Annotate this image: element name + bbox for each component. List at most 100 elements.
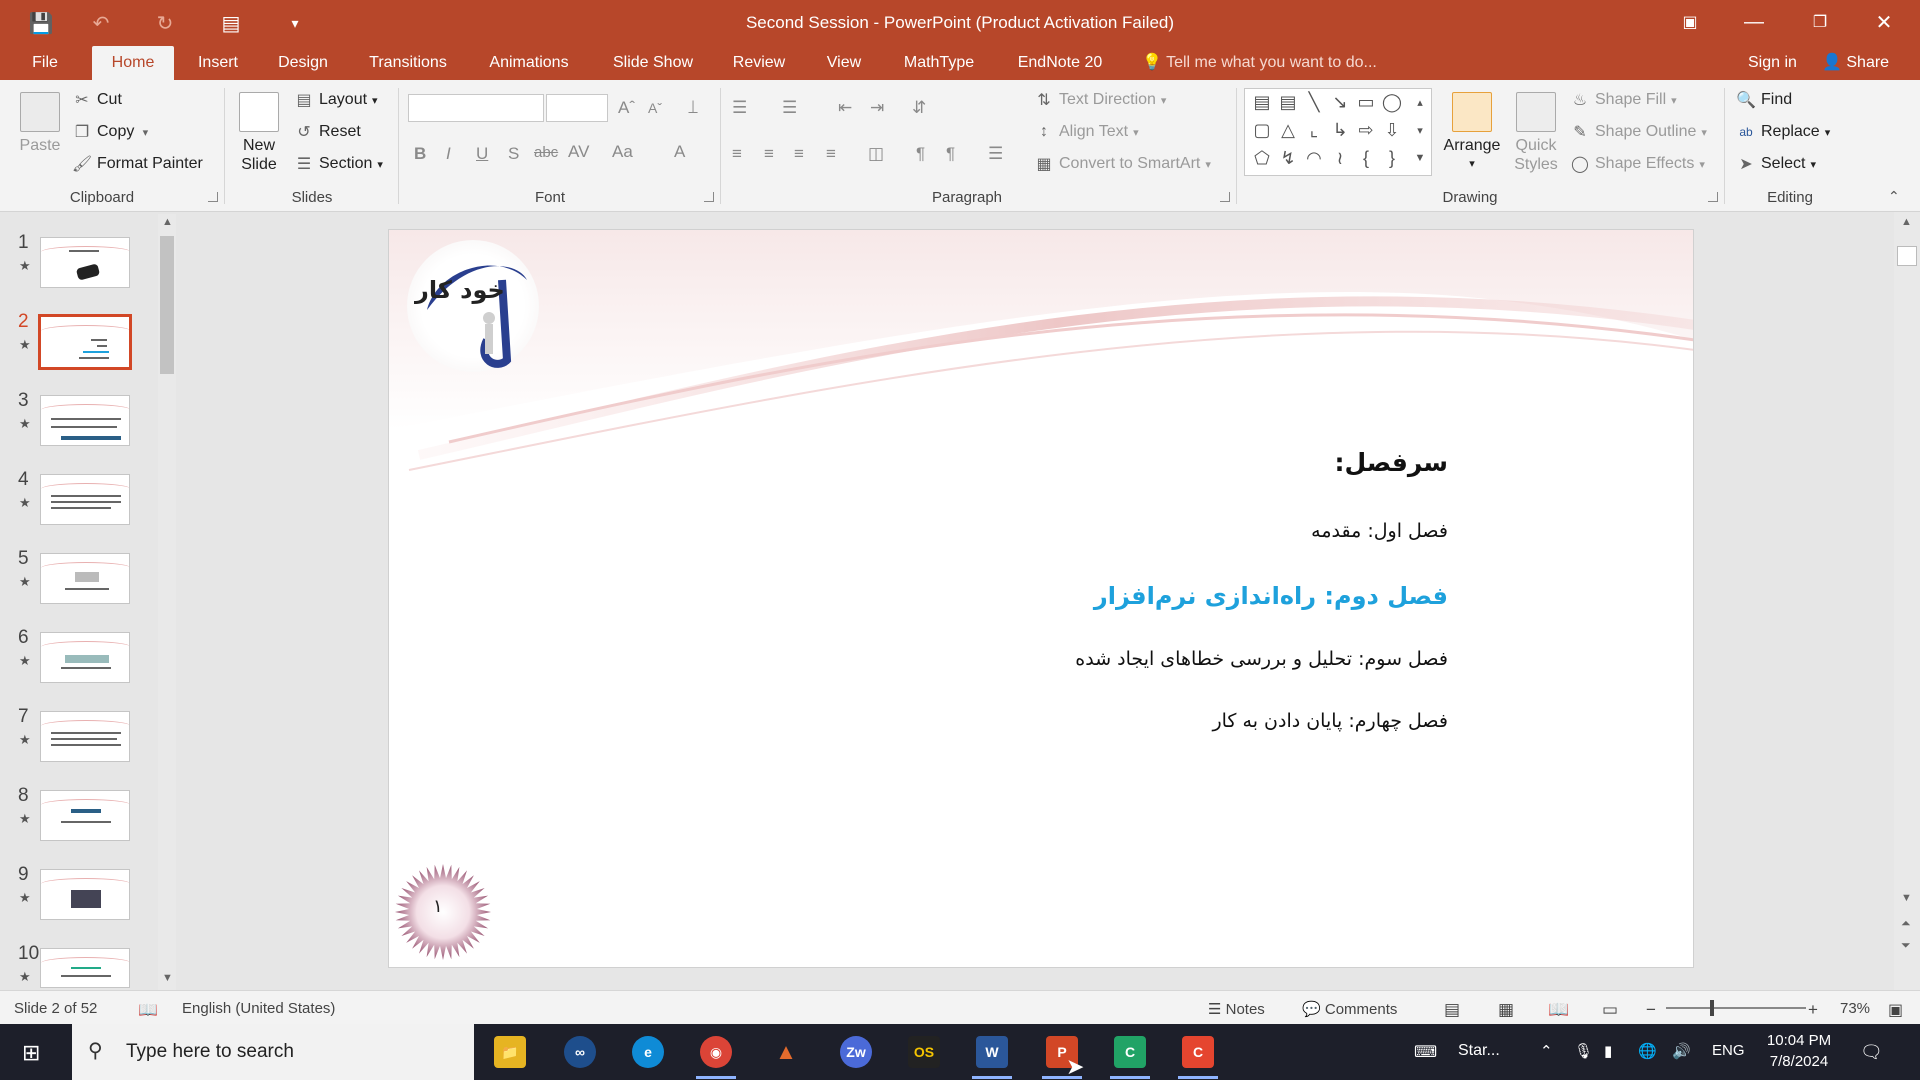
clipboard-launcher-icon[interactable] [208,192,218,202]
chapter-4-text[interactable]: فصل چهارم: پایان دادن به کار [1212,710,1448,732]
scroll-thumb[interactable] [1897,246,1917,266]
zwcad-icon[interactable]: Zw [840,1036,872,1068]
taskbar-search[interactable]: ⚲ Type here to search [72,1024,474,1080]
font-size-input[interactable] [546,94,608,122]
chapter-1-text[interactable]: فصل اول: مقدمه [1311,520,1448,542]
language-indicator[interactable]: English (United States) [182,1000,335,1017]
tray-chevron-icon[interactable]: ⌃ [1540,1042,1553,1060]
scroll-up-icon[interactable]: ▲ [1901,216,1912,228]
paragraph-launcher-icon[interactable] [1220,192,1230,202]
slide-thumbnail-10[interactable] [40,948,130,988]
tab-insert[interactable]: Insert [190,46,246,80]
left-brace-shape-icon[interactable]: { [1355,148,1377,168]
slide-thumbnail-8[interactable] [40,790,130,841]
network-icon[interactable]: 🌐 [1638,1042,1657,1060]
replace-button[interactable]: ab Replace ▾ [1736,122,1830,142]
reading-view-icon[interactable]: 📖 [1548,1000,1569,1020]
elbow-connector-shape-icon[interactable]: ↳ [1329,120,1351,140]
curve-shape-icon[interactable]: ≀ [1329,148,1351,168]
strikethrough-button[interactable]: abc [534,144,558,161]
copy-button[interactable]: ❐ Copy ▾ [72,122,151,142]
italic-button[interactable]: I [446,144,451,164]
triangle-shape-icon[interactable]: △ [1277,120,1299,140]
grow-font-icon[interactable]: Aˆ [618,98,635,118]
tab-endnote[interactable]: EndNote 20 [1008,46,1112,80]
input-language[interactable]: ENG [1712,1042,1745,1059]
thumbnails-scrollbar[interactable]: ▲ ▼ [158,214,176,990]
sign-in-link[interactable]: Sign in [1748,46,1797,80]
paragraph-spacing-icon[interactable]: ☰ [988,144,1003,164]
underline-button[interactable]: U [476,144,488,164]
right-arrow-shape-icon[interactable]: ⇨ [1355,120,1377,140]
bold-button[interactable]: B [414,144,426,164]
zoom-slider[interactable] [1666,1000,1806,1016]
justify-icon[interactable]: ≡ [826,144,836,164]
tab-animations[interactable]: Animations [480,46,578,80]
collapse-ribbon-icon[interactable]: ⌃ [1888,188,1900,205]
slide-thumbnail-7[interactable] [40,711,130,762]
numbering-icon[interactable]: ☰ [782,98,797,118]
quick-styles-button[interactable]: Quick Styles [1506,92,1566,174]
keyboard-icon[interactable]: ⌨ [1414,1042,1437,1062]
zoom-level[interactable]: 73% [1840,1000,1870,1017]
slide-thumbnail-1[interactable] [40,237,130,288]
microphone-icon[interactable]: 🎙 [1574,1042,1593,1060]
matlab-icon[interactable]: ▲ [770,1036,802,1068]
find-button[interactable]: 🔍 Find [1736,90,1792,110]
bullets-icon[interactable]: ☰ [732,98,747,118]
start-app-label[interactable]: Star... [1458,1042,1500,1060]
line-shape-icon[interactable]: ╲ [1303,92,1325,112]
edge-icon[interactable]: e [632,1036,664,1068]
new-slide-button[interactable]: New Slide [232,92,286,174]
slide-thumbnail-5[interactable] [40,553,130,604]
chrome-icon[interactable]: ◉ [700,1036,732,1068]
zoom-in-icon[interactable]: + [1808,1000,1818,1020]
rounded-rect-shape-icon[interactable]: ▢ [1251,120,1273,140]
slide-thumbnail-3[interactable] [40,395,130,446]
vertical-textbox-shape-icon[interactable]: ▤ [1277,92,1299,112]
drawing-launcher-icon[interactable] [1708,192,1718,202]
scroll-up-icon[interactable]: ▲ [162,216,173,228]
recorder-icon[interactable]: C [1182,1036,1214,1068]
gallery-up-icon[interactable]: ▴ [1409,92,1431,112]
next-slide-icon[interactable]: ⏷ [1901,938,1911,953]
file-explorer-icon[interactable]: 📁 [494,1036,526,1068]
down-arrow-shape-icon[interactable]: ⇩ [1381,120,1403,140]
columns-icon[interactable]: ◫ [868,144,884,164]
scroll-thumb[interactable] [160,236,174,374]
gallery-down-icon[interactable]: ▾ [1409,120,1431,140]
arrange-button[interactable]: Arrange ▾ [1440,92,1504,174]
right-brace-shape-icon[interactable]: } [1381,148,1403,168]
clock[interactable]: 10:04 PM 7/8/2024 [1764,1032,1834,1070]
line-spacing-icon[interactable]: ⇵ [912,98,926,118]
section-button[interactable]: ☰ Section ▾ [294,154,383,174]
shape-effects-button[interactable]: ◯ Shape Effects ▾ [1570,154,1705,174]
slideshow-view-icon[interactable]: ▭ [1602,1000,1618,1020]
chapter-3-text[interactable]: فصل سوم: تحلیل و بررسی خطاهای ایجاد شده [1075,648,1448,670]
scroll-down-icon[interactable]: ▼ [162,972,173,984]
rectangle-shape-icon[interactable]: ▭ [1355,92,1377,112]
decrease-indent-icon[interactable]: ⇤ [838,98,852,118]
slide-thumbnail-9[interactable] [40,869,130,920]
current-slide[interactable]: خود کار سرفصل: فصل اول: مقدمه فصل دوم: ر… [388,229,1694,968]
clear-formatting-icon[interactable]: ⟘ [688,98,698,118]
tab-review[interactable]: Review [726,46,792,80]
tell-me-box[interactable]: 💡 Tell me what you want to do... [1142,46,1377,80]
char-spacing-icon[interactable]: AV [568,142,589,162]
shapes-gallery[interactable]: ▤ ▤ ╲ ↘ ▭ ◯ ▢ △ ⌞ ↳ ⇨ ⇩ ⬠ ↯ ◠ ≀ { } ▴ ▾ … [1244,88,1432,176]
change-case-button[interactable]: Aa [612,142,633,162]
previous-slide-icon[interactable]: ⏶ [1901,916,1911,931]
oval-shape-icon[interactable]: ◯ [1381,92,1403,112]
notifications-icon[interactable]: 🗨 [1860,1042,1883,1063]
shape-fill-button[interactable]: ♨ Shape Fill ▾ [1570,90,1677,110]
align-center-icon[interactable]: ≡ [764,144,774,164]
close-icon[interactable]: ✕ [1862,6,1906,38]
tab-file[interactable]: File [22,46,68,80]
cut-button[interactable]: ✂ Cut [72,90,122,110]
fit-slide-icon[interactable]: ▣ [1888,1000,1903,1020]
font-launcher-icon[interactable] [704,192,714,202]
convert-smartart-button[interactable]: ▦ Convert to SmartArt ▾ [1034,154,1210,174]
textbox-shape-icon[interactable]: ▤ [1251,92,1273,112]
zoom-slider-thumb[interactable] [1710,1000,1714,1016]
scroll-down-icon[interactable]: ▼ [1901,892,1912,904]
